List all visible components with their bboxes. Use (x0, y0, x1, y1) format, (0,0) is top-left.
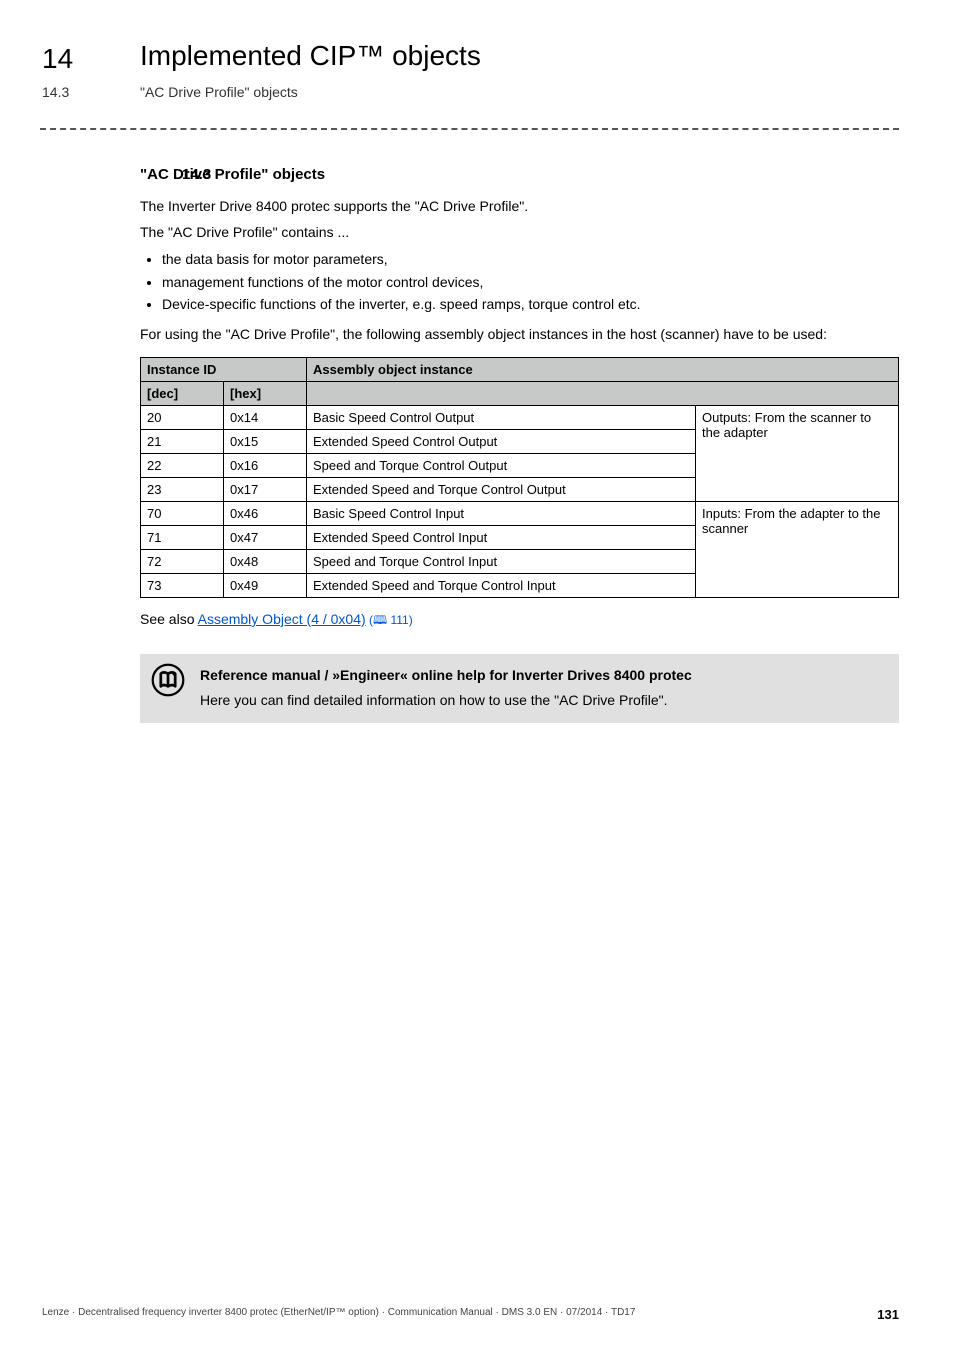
chapter-title: Implemented CIP™ objects (140, 40, 899, 72)
section-number: 14.3 (182, 166, 211, 183)
table-row: 70 0x46 Basic Speed Control Input Inputs… (141, 501, 899, 525)
see-also: See also Assembly Object (4 / 0x04) (🕮 1… (140, 610, 899, 630)
col-assembly: Assembly object instance (307, 357, 899, 381)
group-outputs: Outputs: From the scanner to the adapter (696, 405, 899, 501)
col-hex: [hex] (224, 381, 307, 405)
bullet-list: the data basis for motor parameters, man… (140, 248, 899, 315)
page-ref: (🕮 111) (366, 613, 413, 627)
subheader-title: "AC Drive Profile" objects (140, 84, 899, 100)
paragraph: For using the "AC Drive Profile", the fo… (140, 325, 899, 345)
divider (40, 128, 899, 130)
list-item: the data basis for motor parameters, (162, 248, 899, 270)
col-instance: Instance ID (141, 357, 307, 381)
chapter-number: 14 (42, 43, 73, 75)
assembly-object-link[interactable]: Assembly Object (4 / 0x04) (198, 611, 366, 627)
book-pointer-icon (150, 662, 186, 698)
info-text: Here you can find detailed information o… (200, 691, 887, 711)
col-empty (307, 381, 899, 405)
section-title: "AC Drive Profile" objects (140, 166, 899, 183)
footer-left: Lenze · Decentralised frequency inverter… (42, 1307, 635, 1322)
page-number: 131 (877, 1307, 899, 1322)
info-box: Reference manual / »Engineer« online hel… (140, 654, 899, 723)
col-dec: [dec] (141, 381, 224, 405)
body-text: The Inverter Drive 8400 protec supports … (140, 197, 899, 723)
subheader-number: 14.3 (42, 84, 69, 100)
list-item: Device-specific functions of the inverte… (162, 293, 899, 315)
list-item: management functions of the motor contro… (162, 271, 899, 293)
table-row: 20 0x14 Basic Speed Control Output Outpu… (141, 405, 899, 429)
paragraph: The Inverter Drive 8400 protec supports … (140, 197, 899, 217)
info-title: Reference manual / »Engineer« online hel… (200, 666, 887, 686)
page-footer: Lenze · Decentralised frequency inverter… (42, 1307, 899, 1322)
group-inputs: Inputs: From the adapter to the scanner (696, 501, 899, 597)
assembly-table: Instance ID Assembly object instance [de… (140, 357, 899, 598)
see-also-prefix: See also (140, 611, 198, 627)
paragraph: The "AC Drive Profile" contains ... (140, 223, 899, 243)
